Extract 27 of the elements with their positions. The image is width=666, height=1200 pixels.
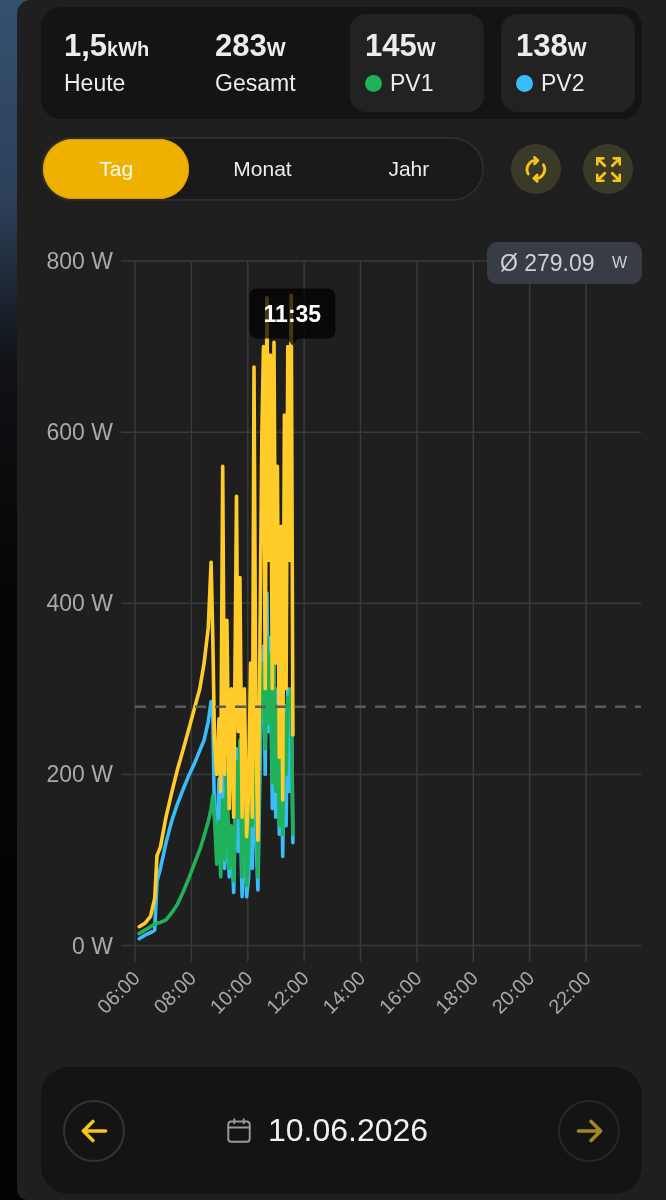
stat-value: 1,5kWh [64, 29, 150, 65]
refresh-icon [525, 155, 547, 183]
stat-label: Gesamt [215, 69, 296, 97]
refresh-button[interactable] [511, 144, 561, 194]
annotation: 11:35 [263, 300, 322, 327]
expand-icon [595, 156, 621, 182]
period-tab[interactable]: Monat [189, 139, 336, 199]
expand-button[interactable] [583, 144, 633, 194]
y-axis-label: 600 W [46, 419, 113, 446]
average-badge: Ø 279.09 W [487, 242, 642, 284]
arrow-left-icon [80, 1118, 108, 1143]
period-tab[interactable]: Jahr [335, 139, 482, 199]
calendar-icon [226, 1118, 251, 1143]
date-picker-button[interactable]: 10.06.2026 [226, 1112, 429, 1149]
previous-day-button[interactable] [63, 1099, 125, 1162]
time-tooltip: 11:35 [249, 288, 336, 346]
stat-label: PV2 [541, 69, 585, 97]
stat-label: Heute [64, 69, 126, 97]
y-axis-label: 0 W [72, 932, 113, 959]
y-axis-label: 800 W [46, 248, 113, 274]
stat-label: PV1 [390, 69, 434, 97]
stat-value: 283W [215, 29, 286, 65]
stat-value: 145W [365, 29, 436, 65]
y-axis-label: 200 W [46, 761, 113, 788]
stat-value: 138W [516, 29, 587, 65]
y-axis-label: 400 W [46, 590, 113, 617]
arrow-right-icon [575, 1118, 603, 1143]
